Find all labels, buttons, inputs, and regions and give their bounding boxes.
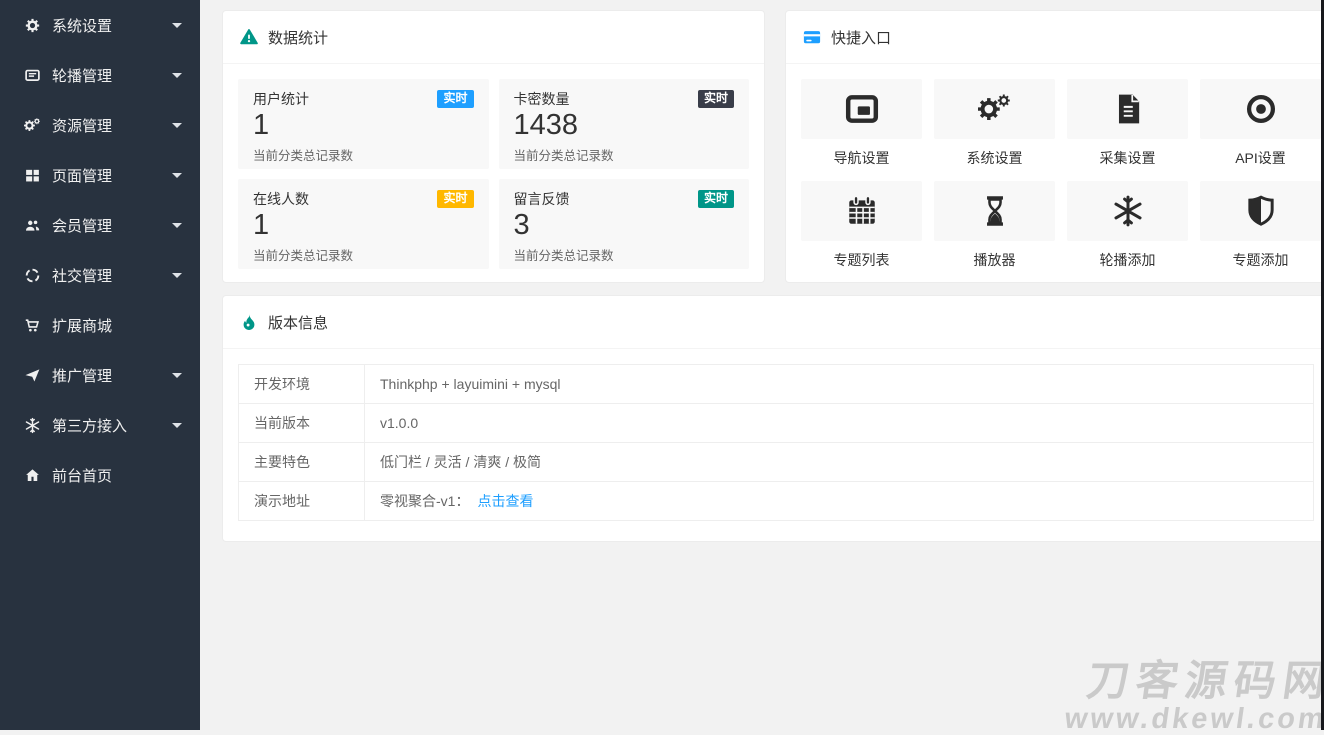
hourglass-icon	[978, 194, 1012, 228]
sidebar-item-carousel[interactable]: 轮播管理	[0, 50, 200, 100]
quick-entry-card-header: 快捷入口	[786, 11, 1324, 64]
stat-value: 1	[253, 209, 474, 242]
sidebar-item-social[interactable]: 社交管理	[0, 250, 200, 300]
sidebar-item-thirdparty[interactable]: 第三方接入	[0, 400, 200, 450]
version-card-header: 版本信息	[223, 296, 1324, 349]
sidebar: 系统设置 轮播管理 资源管理 页面管理 会员管理 社交管理 扩展商城 推广管理 …	[0, 0, 200, 730]
chevron-down-icon	[172, 123, 182, 128]
chevron-down-icon	[172, 23, 182, 28]
warning-triangle-icon	[240, 28, 258, 46]
card-title: 数据统计	[268, 27, 328, 48]
demo-link[interactable]: 点击查看	[477, 493, 533, 509]
table-row: 当前版本 v1.0.0	[239, 404, 1314, 443]
calendar-icon	[845, 194, 879, 228]
snowflake-icon	[1111, 194, 1145, 228]
stat-sublabel: 当前分类总记录数	[514, 145, 735, 164]
sidebar-item-label: 前台首页	[52, 465, 112, 486]
gears-icon	[978, 92, 1012, 126]
table-row: 演示地址 零视聚合-v1：点击查看	[239, 482, 1314, 521]
status-badge: 实时	[437, 190, 473, 208]
sidebar-item-label: 资源管理	[52, 115, 112, 136]
status-badge: 实时	[698, 190, 734, 208]
stat-box-online: 在线人数 实时 1 当前分类总记录数	[238, 179, 489, 269]
window-icon	[845, 92, 879, 126]
sidebar-item-label: 页面管理	[52, 165, 112, 186]
sidebar-item-label: 扩展商城	[52, 315, 112, 336]
main-content: 数据统计 用户统计 实时 1 当前分类总记录数 卡密数量 实时 1438	[200, 0, 1324, 730]
stat-sublabel: 当前分类总记录数	[514, 245, 735, 264]
dot-circle-icon	[1244, 92, 1278, 126]
card-title: 版本信息	[268, 312, 328, 333]
demo-site-name: 零视聚合-v1：	[380, 493, 469, 509]
stat-sublabel: 当前分类总记录数	[253, 145, 474, 164]
quick-entry-topic-add[interactable]: 专题添加	[1200, 181, 1321, 283]
stats-card-header: 数据统计	[223, 11, 764, 64]
stat-box-feedback: 留言反馈 实时 3 当前分类总记录数	[499, 179, 750, 269]
chevron-down-icon	[172, 423, 182, 428]
watermark: 刀客源码网 www.dkewl.com	[1063, 660, 1324, 734]
fire-icon	[240, 313, 258, 331]
sidebar-item-label: 轮播管理	[52, 65, 112, 86]
paper-plane-icon	[24, 367, 41, 384]
sidebar-item-label: 社交管理	[52, 265, 112, 286]
version-card: 版本信息 开发环境 Thinkphp + layuimini + mysql 当…	[222, 295, 1324, 542]
recycle-icon	[24, 267, 41, 284]
stat-value: 1438	[514, 109, 735, 142]
chevron-down-icon	[172, 173, 182, 178]
users-icon	[24, 217, 41, 234]
shield-icon	[1244, 194, 1278, 228]
sidebar-item-label: 会员管理	[52, 215, 112, 236]
version-table: 开发环境 Thinkphp + layuimini + mysql 当前版本 v…	[238, 364, 1314, 521]
gear-icon	[24, 17, 41, 34]
sidebar-item-frontend[interactable]: 前台首页	[0, 450, 200, 500]
chevron-down-icon	[172, 73, 182, 78]
quick-entry-collect-settings[interactable]: 采集设置	[1067, 79, 1188, 181]
home-icon	[24, 467, 41, 484]
snowflake-icon	[24, 417, 41, 434]
quick-entry-player[interactable]: 播放器	[934, 181, 1055, 283]
chevron-down-icon	[172, 223, 182, 228]
sidebar-item-resource[interactable]: 资源管理	[0, 100, 200, 150]
status-badge: 实时	[437, 90, 473, 108]
quick-entry-topic-list[interactable]: 专题列表	[801, 181, 922, 283]
watermark-line1: 刀客源码网	[1067, 660, 1324, 702]
quick-entry-api-settings[interactable]: API设置	[1200, 79, 1321, 181]
gears-icon	[24, 117, 41, 134]
status-badge: 实时	[698, 90, 734, 108]
chevron-down-icon	[172, 373, 182, 378]
sidebar-item-label: 推广管理	[52, 365, 112, 386]
table-row: 主要特色 低门栏 / 灵活 / 清爽 / 极简	[239, 443, 1314, 482]
table-row: 开发环境 Thinkphp + layuimini + mysql	[239, 365, 1314, 404]
stat-value: 3	[514, 209, 735, 242]
sidebar-item-promotion[interactable]: 推广管理	[0, 350, 200, 400]
stat-sublabel: 当前分类总记录数	[253, 245, 474, 264]
credit-card-icon	[803, 28, 821, 46]
quick-entry-carousel-add[interactable]: 轮播添加	[1067, 181, 1188, 283]
sidebar-item-label: 第三方接入	[52, 415, 127, 436]
stat-box-users: 用户统计 实时 1 当前分类总记录数	[238, 79, 489, 169]
quick-entry-nav-settings[interactable]: 导航设置	[801, 79, 922, 181]
stat-box-cards: 卡密数量 实时 1438 当前分类总记录数	[499, 79, 750, 169]
chevron-down-icon	[172, 273, 182, 278]
sidebar-item-system[interactable]: 系统设置	[0, 0, 200, 50]
sidebar-item-mall[interactable]: 扩展商城	[0, 300, 200, 350]
card-title: 快捷入口	[831, 27, 891, 48]
cart-icon	[24, 317, 41, 334]
quick-entry-system-settings[interactable]: 系统设置	[934, 79, 1055, 181]
sidebar-item-member[interactable]: 会员管理	[0, 200, 200, 250]
file-icon	[1111, 92, 1145, 126]
sidebar-item-label: 系统设置	[52, 15, 112, 36]
stats-card: 数据统计 用户统计 实时 1 当前分类总记录数 卡密数量 实时 1438	[222, 10, 765, 283]
grid-icon	[24, 167, 41, 184]
sidebar-item-page[interactable]: 页面管理	[0, 150, 200, 200]
tv-icon	[24, 67, 41, 84]
stat-value: 1	[253, 109, 474, 142]
quick-entry-card: 快捷入口 导航设置 系统设置 采集设置 API设置	[785, 10, 1324, 283]
